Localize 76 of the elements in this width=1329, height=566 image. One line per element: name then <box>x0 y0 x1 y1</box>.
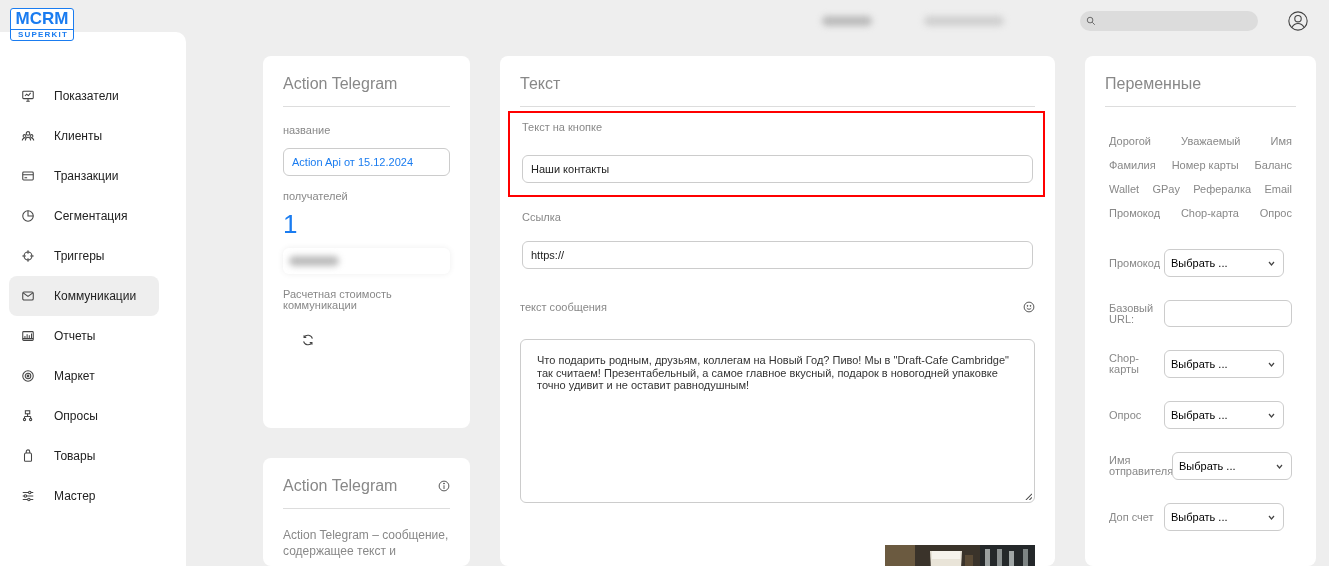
field-label: Базовый URL: <box>1109 302 1155 325</box>
resize-handle-icon[interactable] <box>1025 493 1032 500</box>
dropdown[interactable]: Выбрать ... <box>1164 350 1284 378</box>
input-field[interactable] <box>1164 300 1292 327</box>
recipients-count: 1 <box>283 208 299 240</box>
user-icon[interactable] <box>1287 10 1309 32</box>
card-title: Action Telegram <box>283 476 398 496</box>
caret-icon <box>1268 514 1275 520</box>
info-icon[interactable] <box>438 480 450 492</box>
search-field[interactable] <box>1080 11 1258 31</box>
sidebar-item[interactable]: Сегментация <box>9 196 159 236</box>
org-chart-icon <box>21 409 35 423</box>
variable-tag[interactable]: Номер карты <box>1171 159 1239 171</box>
variable-tag[interactable]: Wallet <box>1109 183 1140 195</box>
name-field[interactable]: Action Api от 15.12.2024 <box>283 148 450 176</box>
description-text: Action Telegram – сообщение, содержащее текст и <box>283 527 450 559</box>
blurred-text <box>822 16 872 26</box>
card-icon <box>21 169 35 183</box>
field-label: Ссылка <box>522 211 562 223</box>
sliders-icon <box>21 489 35 503</box>
variable-tag[interactable]: Опрос <box>1259 207 1292 219</box>
crosshair-icon <box>21 249 35 263</box>
logo: MCRM SUPERKIT <box>10 8 74 41</box>
variable-tag[interactable]: Уважаемый <box>1181 135 1241 147</box>
monitor-icon <box>21 89 35 103</box>
bag-icon <box>21 449 35 463</box>
field-label: Доп счет <box>1109 511 1155 523</box>
dropdown[interactable]: Выбрать ... <box>1172 452 1292 480</box>
sidebar-item[interactable]: Показатели <box>9 76 159 116</box>
field-label: получателей <box>283 190 349 202</box>
target-icon <box>21 369 35 383</box>
sidebar-item[interactable]: Маркет <box>9 356 159 396</box>
input-field[interactable]: Наши контакты <box>522 155 1033 183</box>
variable-tag[interactable]: GPay <box>1152 183 1180 195</box>
sidebar-item[interactable]: Клиенты <box>9 116 159 156</box>
people-icon <box>21 129 35 143</box>
field-label: Промокод <box>1109 257 1161 269</box>
caret-icon <box>1268 412 1275 418</box>
dropdown[interactable]: Выбрать ... <box>1164 503 1284 531</box>
sidebar-item[interactable]: Коммуникации <box>9 276 159 316</box>
variable-tag[interactable]: Chop-карта <box>1180 207 1239 219</box>
field-label: Опрос <box>1109 409 1143 421</box>
dropdown[interactable]: Выбрать ... <box>1164 401 1284 429</box>
cost-label: Расчетная стоимость коммуникации <box>283 289 393 311</box>
variable-tag[interactable]: Промокод <box>1109 207 1161 219</box>
variable-tag[interactable]: Имя <box>1270 135 1292 147</box>
emoji-icon[interactable] <box>1023 301 1035 313</box>
field-label: Chop-карты <box>1109 353 1140 375</box>
variable-tag[interactable]: Фамилия <box>1109 159 1156 171</box>
sidebar-item[interactable]: Отчеты <box>9 316 159 356</box>
caret-icon <box>1276 463 1283 469</box>
caret-icon <box>1268 361 1275 367</box>
variable-tag[interactable]: Email <box>1264 183 1292 195</box>
sidebar-item[interactable]: Транзакции <box>9 156 159 196</box>
report-icon <box>21 329 35 343</box>
card-title: Текст <box>520 74 561 94</box>
pie-chart-icon <box>21 209 35 223</box>
mail-icon <box>21 289 35 303</box>
sidebar-item[interactable]: Мастер <box>9 476 159 516</box>
sidebar-item[interactable]: Опросы <box>9 396 159 436</box>
caret-icon <box>1268 260 1275 266</box>
variable-tag[interactable]: Рефералка <box>1193 183 1252 195</box>
card-title: Переменные <box>1105 74 1202 94</box>
field-label: название <box>283 124 332 136</box>
search-icon <box>1086 16 1096 26</box>
variable-tag[interactable]: Баланс <box>1254 159 1292 171</box>
card-title: Action Telegram <box>283 74 398 94</box>
input-field[interactable]: https:// <box>522 241 1033 269</box>
variable-tag[interactable]: Дорогой <box>1109 135 1151 147</box>
field-label: текст сообщения <box>520 301 607 313</box>
sidebar-item[interactable]: Триггеры <box>9 236 159 276</box>
message-field[interactable]: Что подарить родным, друзьям, коллегам на Новый Год? Пиво! Мы в "Draft-Cafe Cambridge" так считаем! Презентабельный, а самое главное вкусный, подарок в новогодней упаковке точно удивит и не оставит равнодушным! <box>520 339 1035 503</box>
dropdown[interactable]: Выбрать ... <box>1164 249 1284 277</box>
refresh-icon[interactable] <box>301 333 315 347</box>
sidebar-item[interactable]: Товары <box>9 436 159 476</box>
field-label: Текст на кнопке <box>522 121 603 133</box>
